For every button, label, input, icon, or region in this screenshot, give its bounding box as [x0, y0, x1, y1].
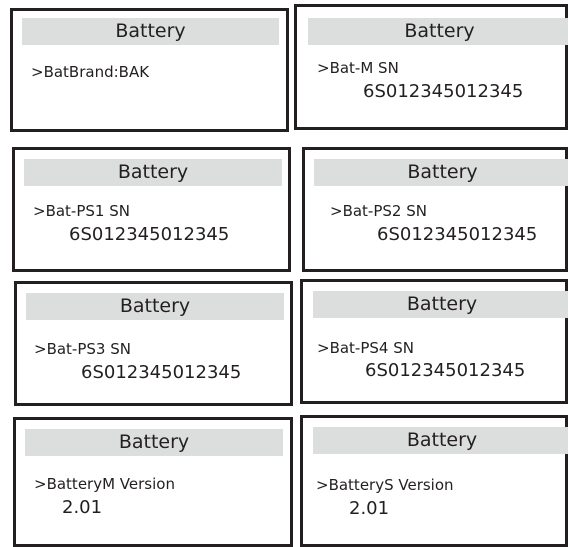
- bat-ps3-sn-label: >Bat-PS3 SN: [34, 340, 131, 358]
- battery-panel-batterys-version: Battery >BatteryS Version 2.01: [300, 415, 568, 547]
- battery-panel-batterym-version: Battery >BatteryM Version 2.01: [13, 417, 293, 547]
- panel-title: Battery: [308, 18, 568, 45]
- batterym-version-value: 2.01: [62, 497, 103, 518]
- batterys-version-value: 2.01: [349, 498, 390, 519]
- battery-panel-bat-ps3-sn: Battery >Bat-PS3 SN 6S012345012345: [14, 281, 293, 406]
- batterys-version-label: >BatteryS Version: [316, 476, 454, 494]
- panel-title: Battery: [313, 291, 568, 318]
- battery-panel-bat-ps2-sn: Battery >Bat-PS2 SN 6S012345012345: [302, 147, 568, 272]
- bat-ps1-sn-value: 6S012345012345: [69, 224, 230, 245]
- battery-panel-bat-ps4-sn: Battery >Bat-PS4 SN 6S012345012345: [300, 279, 568, 404]
- panel-title: Battery: [313, 427, 568, 454]
- bat-m-sn-value: 6S012345012345: [363, 81, 524, 102]
- bat-m-sn-label: >Bat-M SN: [317, 59, 399, 77]
- panel-title: Battery: [24, 159, 282, 186]
- bat-ps1-sn-label: >Bat-PS1 SN: [33, 202, 130, 220]
- battery-panel-bat-ps1-sn: Battery >Bat-PS1 SN 6S012345012345: [12, 147, 291, 272]
- battery-panel-bat-m-sn: Battery >Bat-M SN 6S012345012345: [294, 4, 568, 130]
- panel-title: Battery: [314, 159, 568, 186]
- bat-ps3-sn-value: 6S012345012345: [81, 362, 242, 383]
- batterym-version-label: >BatteryM Version: [34, 475, 175, 493]
- battery-panel-brand: Battery >BatBrand:BAK: [10, 8, 289, 132]
- panel-title: Battery: [25, 429, 283, 456]
- bat-ps2-sn-label: >Bat-PS2 SN: [330, 202, 427, 220]
- panel-title: Battery: [22, 18, 279, 45]
- bat-ps4-sn-label: >Bat-PS4 SN: [317, 339, 414, 357]
- bat-ps4-sn-value: 6S012345012345: [365, 360, 526, 381]
- panel-title: Battery: [26, 293, 284, 320]
- bat-brand-label: >BatBrand:BAK: [31, 63, 150, 81]
- bat-ps2-sn-value: 6S012345012345: [377, 224, 538, 245]
